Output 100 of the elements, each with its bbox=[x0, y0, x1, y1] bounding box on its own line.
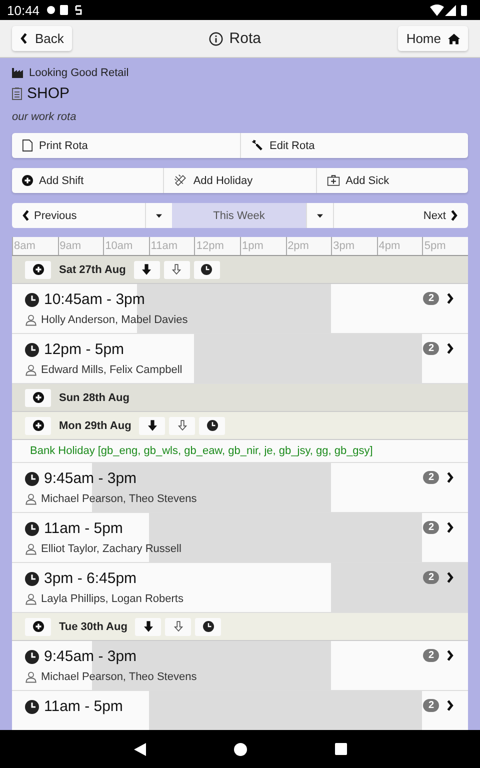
back-nav-icon[interactable] bbox=[134, 742, 146, 756]
add-shift-button[interactable] bbox=[25, 260, 51, 278]
back-button[interactable]: Back bbox=[12, 26, 72, 51]
staff-count: 2 bbox=[423, 342, 439, 355]
caret-icon bbox=[156, 214, 162, 218]
clock-icon bbox=[25, 472, 39, 486]
shift-time: 10:45am - 3pm bbox=[44, 291, 145, 308]
rota-name: SHOP bbox=[27, 85, 70, 102]
shift-staff: Edward Mills, Felix Campbell bbox=[41, 364, 182, 376]
staff-count: 2 bbox=[423, 699, 439, 712]
timeline-label: 8am bbox=[12, 237, 58, 255]
next-button[interactable]: Next bbox=[333, 203, 468, 228]
recents-nav-icon[interactable] bbox=[334, 743, 346, 755]
shift-time: 9:45am - 3pm bbox=[44, 470, 137, 487]
add-shift-button[interactable] bbox=[25, 388, 51, 406]
day-label: Sun 28th Aug bbox=[58, 392, 130, 404]
home-icon bbox=[448, 32, 460, 44]
timeline-label: 9am bbox=[58, 237, 104, 255]
chevron-right-icon bbox=[446, 343, 454, 354]
chevron-left-icon bbox=[20, 33, 28, 44]
system-status-icons bbox=[430, 4, 470, 16]
shift-row[interactable]: 11am - 5pm 2 bbox=[12, 691, 468, 730]
shift-time: 12pm - 5pm bbox=[44, 341, 124, 358]
arrow-down-outline-button[interactable] bbox=[164, 260, 190, 278]
toolbar-button[interactable]: Add Shift bbox=[12, 168, 164, 193]
airplane-icon bbox=[174, 174, 188, 187]
chevron-right-icon bbox=[446, 700, 454, 711]
document-icon bbox=[22, 139, 33, 152]
timeline-label: 1pm bbox=[240, 237, 286, 255]
clock-button[interactable] bbox=[194, 260, 220, 278]
clock-icon bbox=[206, 420, 218, 431]
clock-button[interactable] bbox=[195, 618, 222, 636]
toolbar-button[interactable]: Add Holiday bbox=[163, 168, 316, 193]
chevron-right-icon bbox=[446, 522, 454, 533]
toolbar-button[interactable]: Edit Rota bbox=[240, 133, 468, 158]
timeline-label: 4pm bbox=[376, 237, 422, 255]
arrow-down-outline-button[interactable] bbox=[165, 618, 192, 636]
plus-icon bbox=[22, 175, 33, 186]
staff-count: 2 bbox=[423, 471, 439, 484]
arrow-down-outline-icon bbox=[174, 621, 183, 632]
plus-icon bbox=[32, 264, 44, 275]
chevron-left-icon bbox=[22, 210, 30, 221]
timeline-label: 2pm bbox=[286, 237, 332, 255]
shift-staff: Elliot Taylor, Zachary Russell bbox=[41, 543, 182, 555]
user-icon bbox=[25, 493, 37, 505]
status-time: 10:44 bbox=[7, 2, 40, 18]
shift-time: 3pm - 6:45pm bbox=[44, 570, 137, 587]
toolbar-button[interactable]: Print Rota bbox=[12, 133, 240, 158]
clock-button[interactable] bbox=[199, 416, 226, 434]
page-title: Rota bbox=[229, 30, 261, 47]
clock-icon bbox=[25, 700, 39, 714]
holiday-note: Bank Holiday [gb_eng, gb_wls, gb_eaw, gb_nir, je, gb_jsy, gg, gb_gsy] bbox=[12, 440, 468, 463]
shift-staff: Layla Phillips, Logan Roberts bbox=[41, 593, 184, 605]
timeline-label: 3pm bbox=[331, 237, 377, 255]
day-label: Sat 27th Aug bbox=[58, 264, 127, 276]
arrow-down-icon bbox=[142, 264, 152, 275]
home-button[interactable]: Home bbox=[398, 26, 468, 51]
staff-count: 2 bbox=[423, 521, 439, 534]
clipboard-icon bbox=[12, 87, 22, 100]
arrow-down-icon bbox=[148, 420, 157, 431]
arrow-down-outline-button[interactable] bbox=[169, 416, 196, 434]
home-nav-icon[interactable] bbox=[234, 742, 246, 756]
shift-staff: Michael Pearson, Theo Stevens bbox=[41, 493, 197, 505]
shift-staff: Holly Anderson, Mabel Davies bbox=[41, 314, 188, 326]
clock-icon bbox=[201, 264, 212, 275]
arrow-down-button[interactable] bbox=[139, 416, 166, 434]
arrow-down-button[interactable] bbox=[134, 260, 160, 278]
add-shift-button[interactable] bbox=[25, 416, 51, 434]
timeline-label: 10am bbox=[103, 237, 149, 255]
toolbar-button[interactable]: Add Sick bbox=[316, 168, 468, 193]
day-label: Mon 29th Aug bbox=[58, 420, 132, 432]
rota-description: our work rota bbox=[12, 111, 78, 123]
user-icon bbox=[25, 314, 37, 326]
timeline-label: 5pm bbox=[422, 237, 468, 255]
timeline-label: 11am bbox=[148, 237, 194, 255]
user-icon bbox=[25, 671, 37, 683]
shift-row[interactable]: 10:45am - 3pm Holly Anderson, Mabel Davies 2 bbox=[12, 284, 468, 334]
clock-icon bbox=[25, 342, 39, 356]
factory-icon bbox=[12, 68, 24, 78]
shift-row[interactable]: 9:45am - 3pm Michael Pearson, Theo Stevens 2 bbox=[12, 641, 468, 691]
clock-icon bbox=[25, 522, 39, 536]
company-name: Looking Good Retail bbox=[29, 67, 129, 79]
shift-row[interactable]: 11am - 5pm Elliot Taylor, Zachary Russell 2 bbox=[12, 513, 468, 563]
clock-icon bbox=[202, 621, 214, 632]
shift-row[interactable]: 3pm - 6:45pm Layla Phillips, Logan Roberts 2 bbox=[12, 563, 468, 613]
add-shift-button[interactable] bbox=[25, 618, 51, 636]
plus-icon bbox=[32, 420, 44, 431]
staff-count: 2 bbox=[423, 292, 439, 305]
arrow-down-outline-icon bbox=[178, 420, 187, 431]
shift-row[interactable]: 9:45am - 3pm Michael Pearson, Theo Stevens 2 bbox=[12, 463, 468, 513]
chevron-right-icon bbox=[446, 293, 454, 304]
week-button[interactable]: This Week bbox=[172, 203, 306, 228]
shift-row[interactable]: 12pm - 5pm Edward Mills, Felix Campbell 2 bbox=[12, 334, 468, 384]
user-icon bbox=[25, 593, 37, 605]
shift-staff: Michael Pearson, Theo Stevens bbox=[41, 671, 197, 683]
shift-time: 9:45am - 3pm bbox=[44, 648, 137, 665]
previous-button[interactable]: Previous bbox=[12, 203, 145, 228]
staff-count: 2 bbox=[423, 649, 439, 662]
chevron-right-icon bbox=[446, 572, 454, 583]
arrow-down-button[interactable] bbox=[135, 618, 162, 636]
